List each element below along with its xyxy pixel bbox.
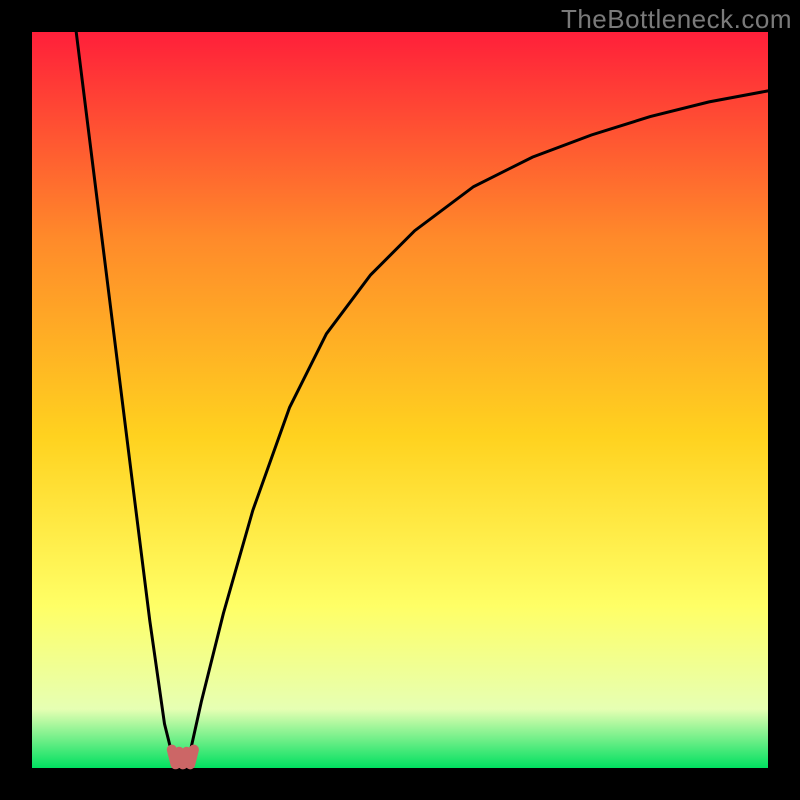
plot-background <box>32 32 768 768</box>
chart-svg <box>0 0 800 800</box>
curve-valley-hook <box>172 750 194 765</box>
watermark-label: TheBottleneck.com <box>561 4 792 35</box>
chart-container: TheBottleneck.com <box>0 0 800 800</box>
